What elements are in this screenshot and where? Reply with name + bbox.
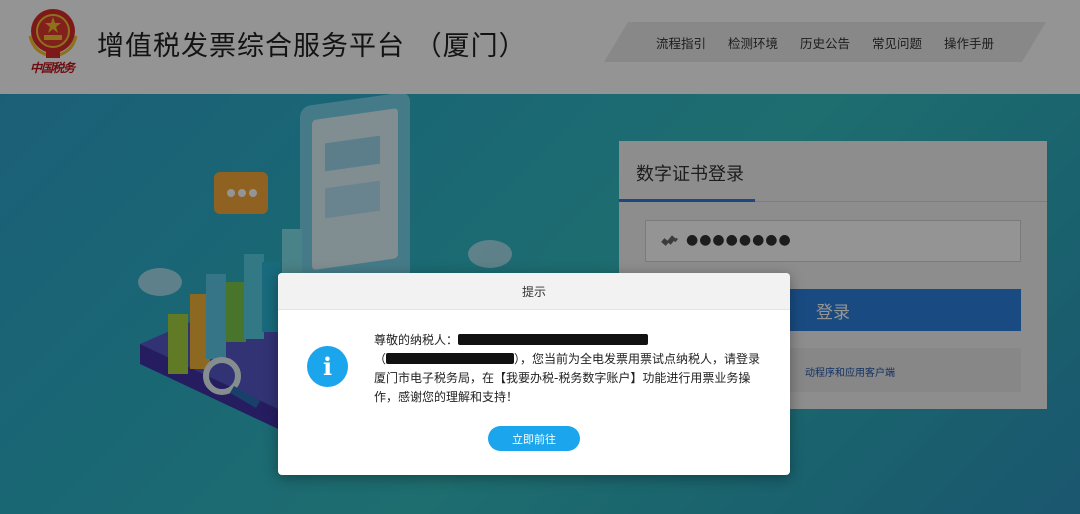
message-greeting: 尊敬的纳税人：: [374, 333, 459, 347]
dialog-title: 提示: [278, 273, 790, 310]
message-line4: 作，感谢您的理解和支持！: [374, 390, 519, 404]
message-line2: ），您当前为全电发票用票试点纳税人，请登录: [514, 352, 761, 366]
message-line3: 厦门市电子税务局，在【我要办税-税务数字账户】功能进行用票业务操: [374, 371, 751, 385]
redacted-taxpayer-name: [458, 334, 649, 345]
go-now-button[interactable]: 立即前往: [488, 426, 580, 451]
message-paren-open: （: [374, 352, 387, 366]
redacted-taxpayer-id: [386, 353, 515, 364]
notice-dialog: 提示 i 尊敬的纳税人： （ ），您当前为全电发票用票试点纳税人，请登录 厦门市电…: [278, 273, 790, 475]
dialog-message: 尊敬的纳税人： （ ），您当前为全电发票用票试点纳税人，请登录 厦门市电子税务局，…: [374, 331, 769, 407]
info-icon: i: [307, 346, 348, 387]
